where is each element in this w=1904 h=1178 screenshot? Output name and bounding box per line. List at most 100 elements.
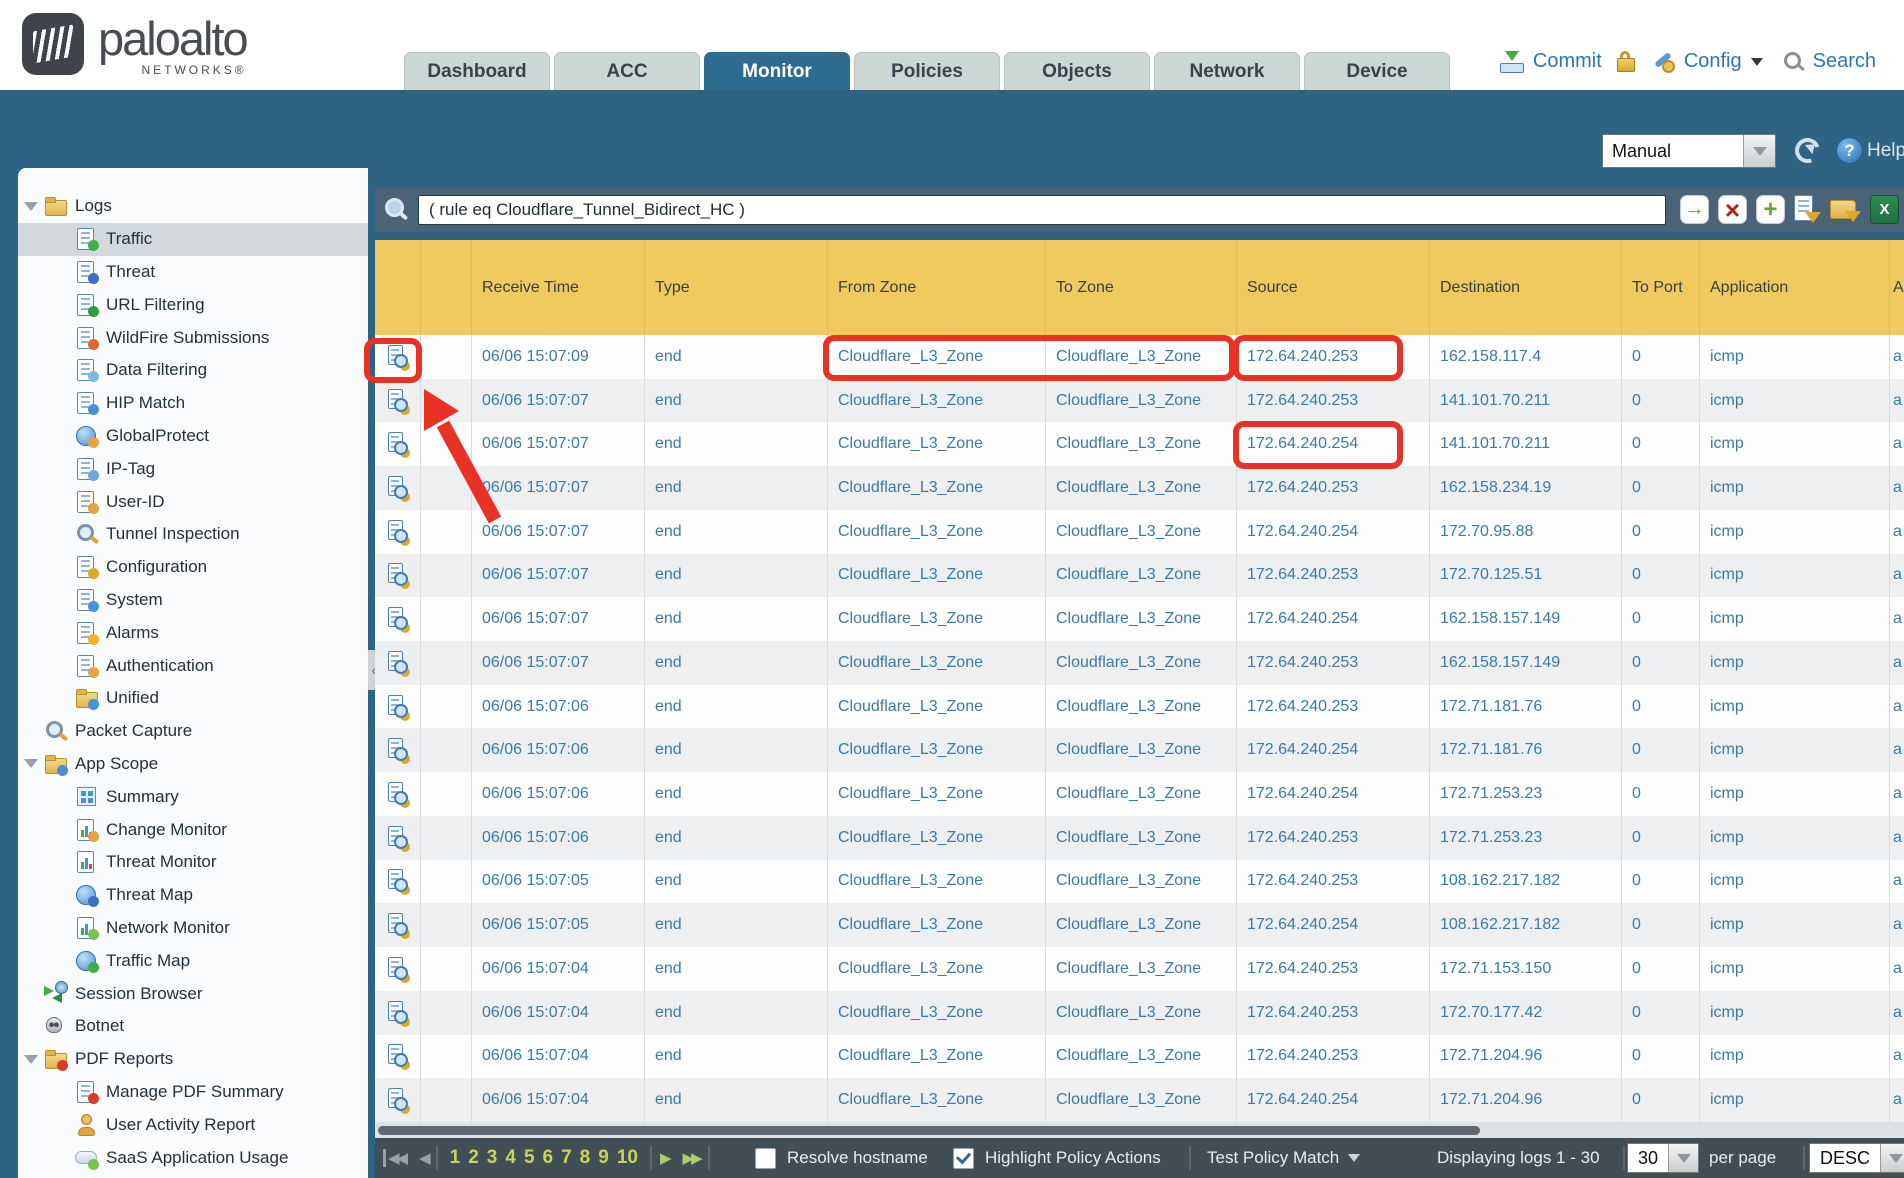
- sidebar-item-session-browser[interactable]: Session Browser: [18, 977, 368, 1010]
- log-detail-icon[interactable]: [388, 738, 408, 762]
- log-detail-icon[interactable]: [388, 695, 408, 719]
- sidebar-item-app-scope[interactable]: App Scope: [18, 748, 368, 781]
- tab-acc[interactable]: ACC: [554, 52, 700, 90]
- lock-icon[interactable]: [1617, 51, 1635, 72]
- page-number-4[interactable]: 4: [505, 1147, 516, 1169]
- search-link[interactable]: Search: [1813, 50, 1876, 73]
- sidebar-item-globalprotect[interactable]: GlobalProtect: [18, 420, 368, 453]
- tab-network[interactable]: Network: [1154, 52, 1300, 90]
- log-detail-icon[interactable]: [388, 607, 408, 631]
- sidebar-item-logs[interactable]: Logs: [18, 190, 368, 223]
- help-link[interactable]: Help: [1867, 140, 1904, 162]
- sidebar-item-manage-pdf-summary[interactable]: Manage PDF Summary: [18, 1076, 368, 1109]
- prev-page-button[interactable]: ◀: [419, 1149, 428, 1167]
- log-detail-icon[interactable]: [388, 869, 408, 893]
- sidebar-item-threat-monitor[interactable]: Threat Monitor: [18, 846, 368, 879]
- log-detail-icon[interactable]: [388, 476, 408, 500]
- sidebar-item-hip-match[interactable]: HIP Match: [18, 387, 368, 420]
- tab-objects[interactable]: Objects: [1004, 52, 1150, 90]
- sidebar-item-ip-tag[interactable]: IP-Tag: [18, 452, 368, 485]
- sidebar-item-user-id[interactable]: User-ID: [18, 485, 368, 518]
- log-detail-icon[interactable]: [388, 957, 408, 981]
- sidebar-item-network-monitor[interactable]: Network Monitor: [18, 912, 368, 945]
- tab-policies[interactable]: Policies: [854, 52, 1000, 90]
- resolve-hostname-checkbox[interactable]: [755, 1148, 776, 1169]
- page-number-9[interactable]: 9: [598, 1147, 609, 1169]
- clear-filter-icon[interactable]: [1718, 195, 1747, 224]
- column-header-a[interactable]: A: [1890, 240, 1904, 335]
- log-detail-icon[interactable]: [388, 1044, 408, 1068]
- column-header-destination[interactable]: Destination: [1430, 240, 1622, 335]
- first-page-button[interactable]: ◀◀: [383, 1149, 405, 1167]
- config-link[interactable]: Config: [1684, 50, 1742, 73]
- log-detail-icon[interactable]: [388, 389, 408, 413]
- sidebar-item-configuration[interactable]: Configuration: [18, 551, 368, 584]
- log-detail-icon[interactable]: [388, 651, 408, 675]
- log-detail-icon[interactable]: [388, 1088, 408, 1112]
- sidebar-item-user-activity-report[interactable]: User Activity Report: [18, 1108, 368, 1141]
- page-number-10[interactable]: 10: [617, 1147, 638, 1169]
- log-detail-icon[interactable]: [388, 913, 408, 937]
- sidebar-item-summary[interactable]: Summary: [18, 780, 368, 813]
- sidebar-item-botnet[interactable]: Botnet: [18, 1010, 368, 1043]
- sidebar-item-data-filtering[interactable]: Data Filtering: [18, 354, 368, 387]
- next-page-button[interactable]: ▶: [660, 1149, 669, 1167]
- column-header-source[interactable]: Source: [1237, 240, 1430, 335]
- log-detail-icon[interactable]: [388, 432, 408, 456]
- sidebar-item-tunnel-inspection[interactable]: Tunnel Inspection: [18, 518, 368, 551]
- sidebar-item-unified[interactable]: Unified: [18, 682, 368, 715]
- last-page-button[interactable]: ▶▶: [683, 1149, 700, 1167]
- refresh-mode-dropdown-button[interactable]: [1743, 135, 1775, 167]
- sidebar-item-pdf-reports[interactable]: PDF Reports: [18, 1043, 368, 1076]
- horizontal-scrollbar[interactable]: [375, 1122, 1904, 1138]
- column-header-application[interactable]: Application: [1700, 240, 1890, 335]
- filter-builder-icon[interactable]: [1794, 195, 1821, 224]
- refresh-icon[interactable]: [1794, 137, 1821, 164]
- commit-link[interactable]: Commit: [1533, 50, 1602, 73]
- horizontal-scrollbar-thumb[interactable]: [378, 1126, 1480, 1135]
- export-to-csv-icon[interactable]: [1870, 195, 1899, 224]
- page-number-7[interactable]: 7: [561, 1147, 572, 1169]
- add-filter-icon[interactable]: [1756, 195, 1785, 224]
- filter-query-input[interactable]: [418, 195, 1666, 225]
- page-number-3[interactable]: 3: [487, 1147, 498, 1169]
- expander-icon[interactable]: [24, 759, 38, 768]
- sidebar-item-wildfire-submissions[interactable]: WildFire Submissions: [18, 321, 368, 354]
- load-filter-icon[interactable]: [1830, 196, 1861, 223]
- log-detail-icon[interactable]: [388, 1001, 408, 1025]
- tab-device[interactable]: Device: [1304, 52, 1450, 90]
- per-page-select[interactable]: 30: [1627, 1143, 1699, 1173]
- sidebar-item-saas-application-usage[interactable]: SaaS Application Usage: [18, 1141, 368, 1174]
- highlight-policy-actions-checkbox[interactable]: [953, 1148, 974, 1169]
- sidebar-item-authentication[interactable]: Authentication: [18, 649, 368, 682]
- page-number-1[interactable]: 1: [450, 1147, 461, 1169]
- page-number-2[interactable]: 2: [468, 1147, 479, 1169]
- column-header-to-port[interactable]: To Port: [1622, 240, 1700, 335]
- page-number-8[interactable]: 8: [580, 1147, 591, 1169]
- apply-filter-icon[interactable]: [1680, 195, 1709, 224]
- column-header-to-zone[interactable]: To Zone: [1046, 240, 1237, 335]
- expander-icon[interactable]: [24, 1055, 38, 1064]
- sidebar-item-packet-capture[interactable]: Packet Capture: [18, 715, 368, 748]
- refresh-mode-select[interactable]: Manual: [1602, 134, 1776, 168]
- log-detail-icon[interactable]: [388, 520, 408, 544]
- page-number-5[interactable]: 5: [524, 1147, 535, 1169]
- sidebar-item-traffic[interactable]: Traffic: [18, 223, 368, 256]
- tab-monitor[interactable]: Monitor: [704, 52, 850, 90]
- column-header-type[interactable]: Type: [645, 240, 828, 335]
- tab-dashboard[interactable]: Dashboard: [404, 52, 550, 90]
- sidebar-item-system[interactable]: System: [18, 584, 368, 617]
- column-header-from-zone[interactable]: From Zone: [828, 240, 1046, 335]
- sidebar-item-traffic-map[interactable]: Traffic Map: [18, 944, 368, 977]
- sidebar-item-change-monitor[interactable]: Change Monitor: [18, 813, 368, 846]
- sort-order-dropdown-button[interactable]: [1880, 1144, 1904, 1172]
- per-page-dropdown-button[interactable]: [1668, 1144, 1698, 1172]
- sidebar-item-alarms[interactable]: Alarms: [18, 616, 368, 649]
- page-number-6[interactable]: 6: [543, 1147, 554, 1169]
- sidebar-item-threat-map[interactable]: Threat Map: [18, 879, 368, 912]
- log-detail-icon[interactable]: [388, 782, 408, 806]
- test-policy-match-button[interactable]: Test Policy Match: [1207, 1138, 1360, 1178]
- config-caret-icon[interactable]: [1751, 58, 1763, 66]
- log-detail-icon[interactable]: [388, 345, 408, 369]
- log-detail-icon[interactable]: [388, 563, 408, 587]
